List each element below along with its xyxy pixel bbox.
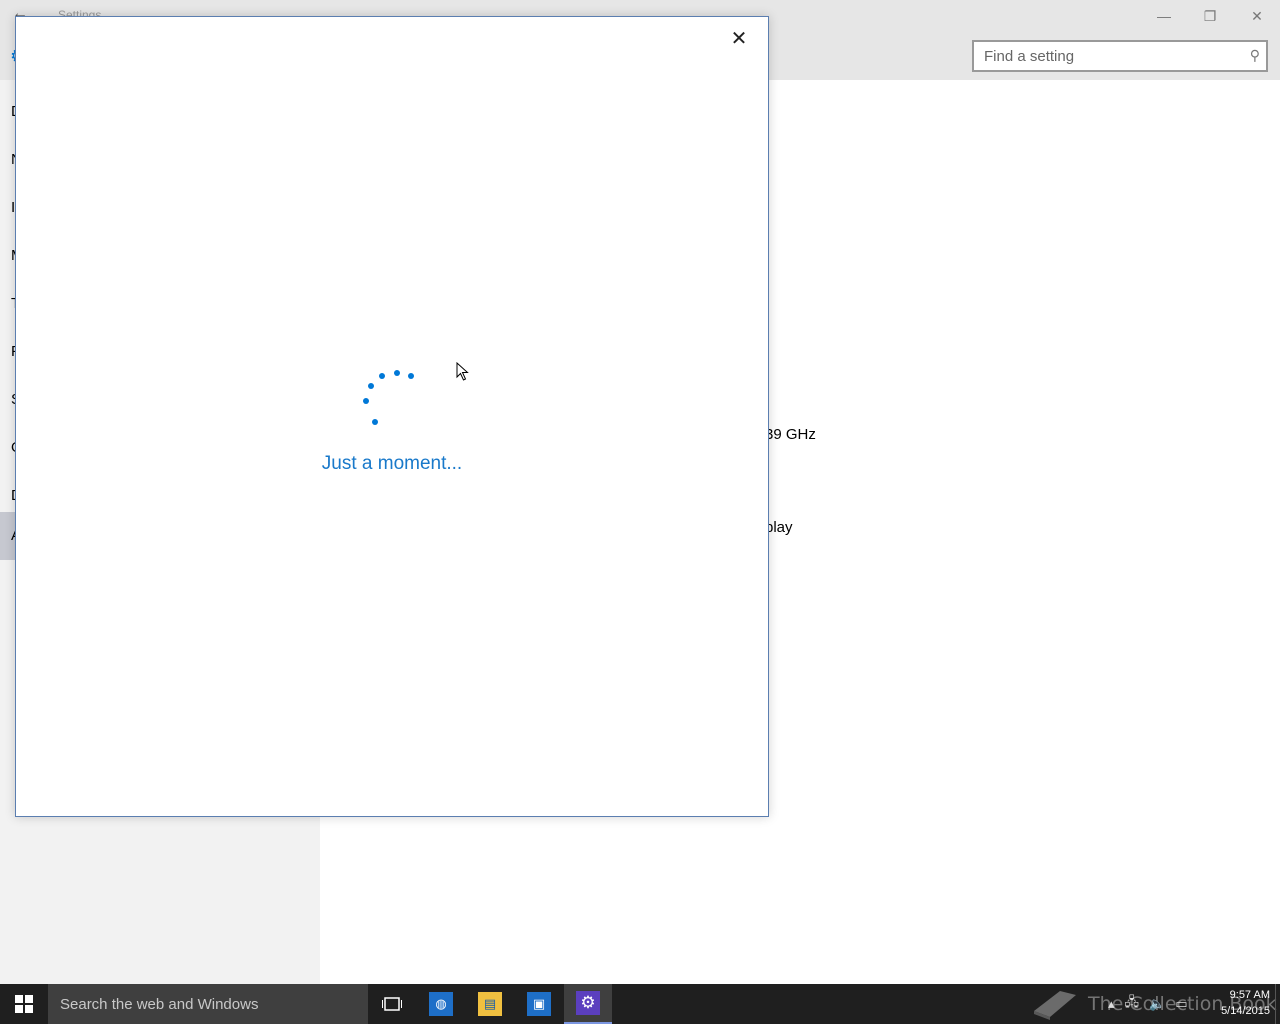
folder-icon: ▤ — [478, 992, 502, 1016]
loading-spinner-icon — [356, 366, 416, 426]
search-placeholder: Find a setting — [984, 47, 1075, 65]
clock-time: 9:57 AM — [1229, 989, 1270, 1001]
windows-logo-icon — [15, 995, 33, 1013]
minimize-button[interactable]: — — [1141, 0, 1187, 32]
loading-message: Just a moment... — [321, 453, 463, 474]
close-window-button[interactable]: ✕ — [1234, 0, 1280, 32]
action-center-icon[interactable]: ▭ — [1175, 996, 1187, 1012]
taskbar: Search the web and Windows ◍ ▤ ▣ ⚙ The C… — [0, 984, 1280, 1024]
restore-button[interactable]: ❐ — [1187, 0, 1233, 32]
show-desktop-button[interactable] — [1275, 984, 1280, 1024]
book-watermark-icon — [1034, 991, 1076, 1020]
gear-icon: ⚙ — [576, 991, 600, 1015]
system-tray: ▴ 🖧 🔈 ▭ — [1108, 984, 1188, 1024]
start-button[interactable] — [0, 984, 48, 1024]
pen-touch-text: play — [765, 519, 793, 536]
processor-speed-text: 39 GHz — [765, 426, 816, 443]
store-button[interactable]: ▣ — [515, 984, 563, 1024]
task-view-button[interactable] — [368, 984, 416, 1024]
clock[interactable]: 9:57 AM 5/14/2015 — [1210, 987, 1270, 1019]
settings-taskbar-button[interactable]: ⚙ — [564, 984, 612, 1024]
dialog-close-button[interactable]: ✕ — [724, 23, 754, 53]
shopping-bag-icon: ▣ — [527, 992, 551, 1016]
search-icon[interactable]: ⚲ — [1250, 47, 1260, 64]
browser-button[interactable]: ◍ — [417, 984, 465, 1024]
show-hidden-icons-icon[interactable]: ▴ — [1108, 996, 1115, 1012]
mouse-cursor-icon — [456, 362, 469, 381]
clock-date: 5/14/2015 — [1221, 1005, 1270, 1017]
task-view-icon — [382, 997, 402, 1011]
taskbar-search-box[interactable]: Search the web and Windows — [48, 984, 368, 1024]
taskbar-search-text: Search the web and Windows — [60, 995, 259, 1013]
loading-dialog: ✕ Just a moment... — [15, 16, 769, 817]
network-icon[interactable]: 🖧 — [1125, 993, 1140, 1015]
volume-icon[interactable]: 🔈 — [1149, 996, 1165, 1012]
globe-icon: ◍ — [429, 992, 453, 1016]
file-explorer-button[interactable]: ▤ — [466, 984, 514, 1024]
search-input[interactable]: Find a setting ⚲ — [972, 40, 1268, 72]
